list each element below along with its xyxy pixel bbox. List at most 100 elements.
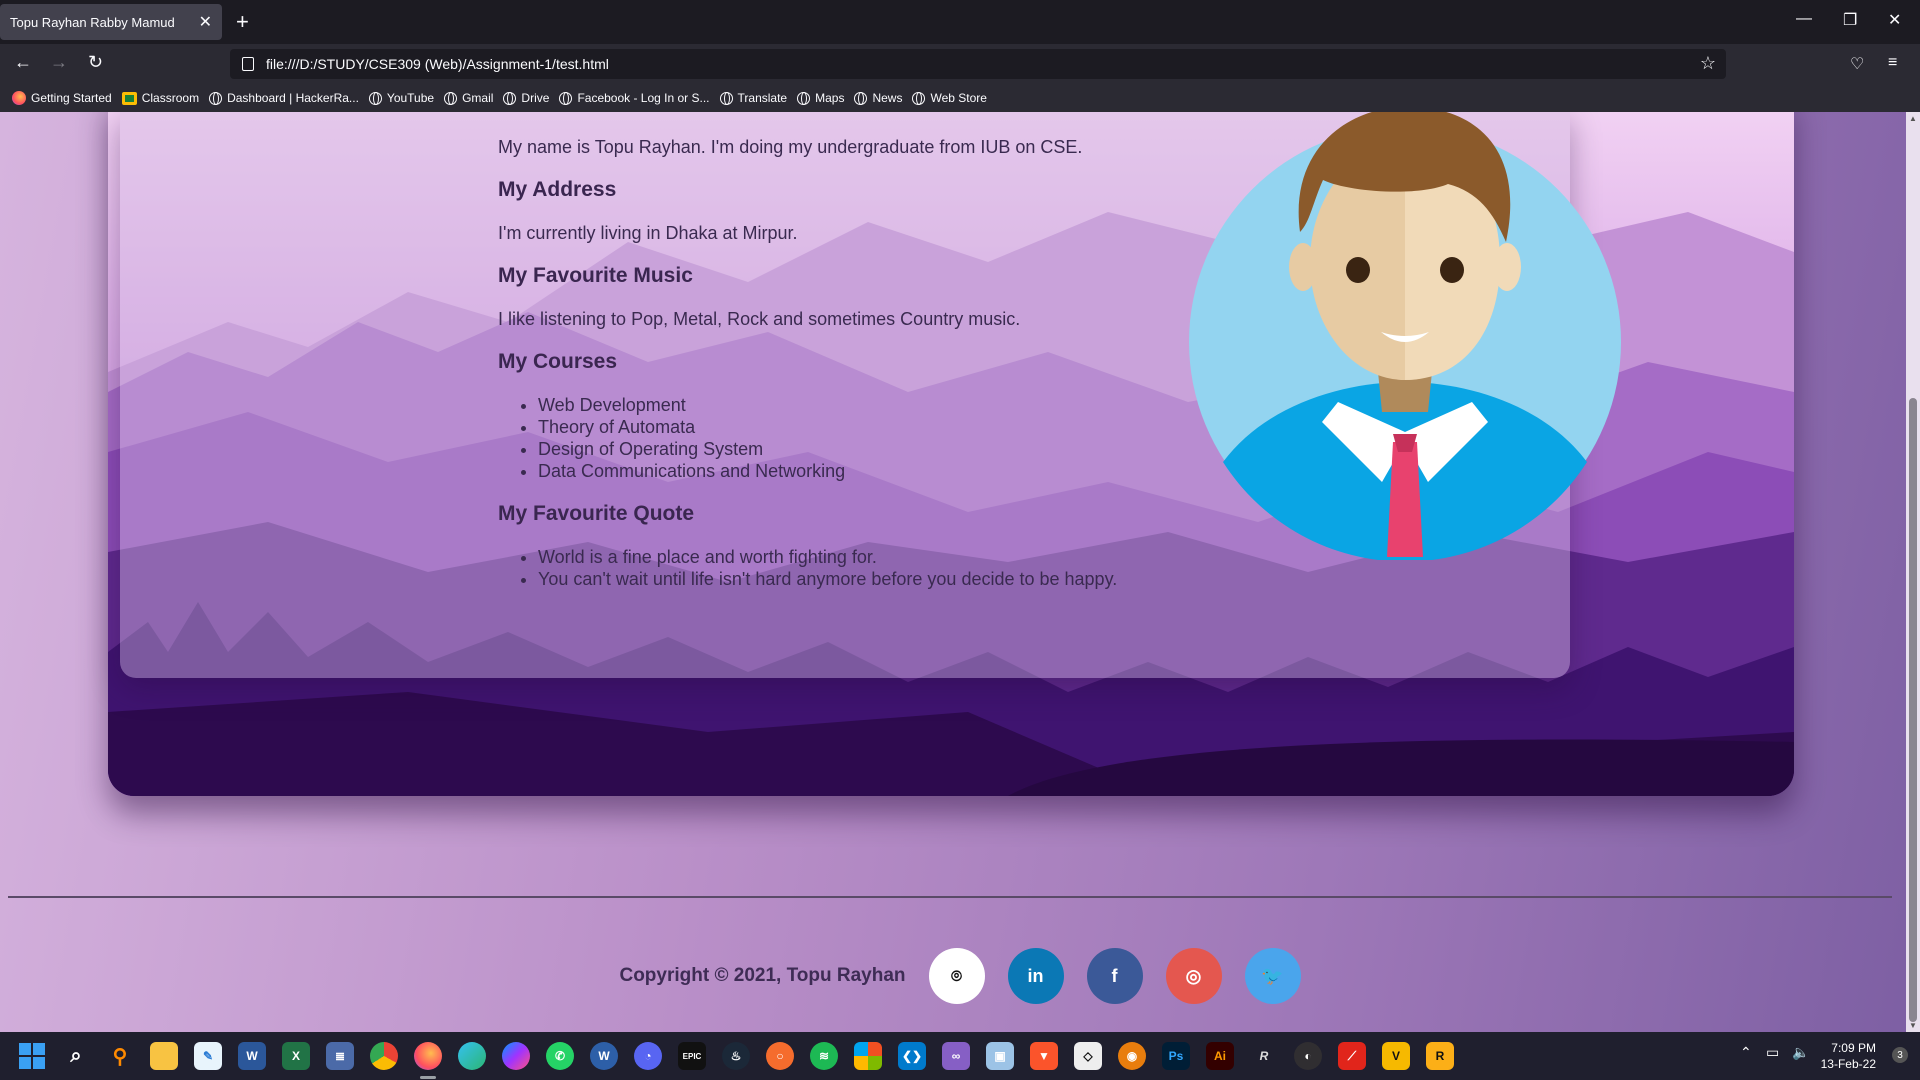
facebook-button[interactable]: f: [1086, 948, 1143, 1004]
visual-studio-icon[interactable]: ∞: [942, 1042, 970, 1070]
bookmark-gmail[interactable]: Gmail: [444, 91, 493, 105]
clock-time: 7:09 PM: [1831, 1041, 1876, 1055]
notification-badge[interactable]: 3: [1892, 1047, 1908, 1063]
file-explorer-icon[interactable]: [150, 1042, 178, 1070]
menu-icon[interactable]: ≡: [1888, 54, 1897, 72]
word-icon[interactable]: W: [238, 1042, 266, 1070]
footer: Copyright © 2021, Topu Rayhan ⌾ in f ◎ 🐦: [0, 936, 1920, 1016]
rockstar-launcher-icon[interactable]: R: [1426, 1042, 1454, 1070]
everything-search-icon[interactable]: ⚲: [106, 1042, 134, 1070]
close-tab-icon[interactable]: ✕: [199, 12, 212, 32]
bookmark-label: News: [872, 91, 903, 105]
chrome-icon[interactable]: [370, 1042, 398, 1070]
forward-icon[interactable]: →: [50, 52, 68, 73]
linkedin-icon: in: [1027, 965, 1044, 986]
spotify-icon[interactable]: ≋: [810, 1042, 838, 1070]
about-section: My name is Topu Rayhan. I'm doing my und…: [498, 136, 1198, 590]
scrollbar-thumb[interactable]: [1909, 398, 1917, 1022]
windows-taskbar: ⌕ ⚲ ✎ W X ≣ ✆ W ◔ EPIC ♨ ○ ≋ ❮❯ ∞ ▣ ▼ ◇ …: [0, 1032, 1920, 1080]
photoshop-icon[interactable]: Ps: [1162, 1042, 1190, 1070]
obs-icon[interactable]: ◐: [1294, 1042, 1322, 1070]
tray-overflow-icon[interactable]: ⌃: [1740, 1044, 1752, 1061]
globe-icon: [854, 91, 868, 105]
url-text: file:///D:/STUDY/CSE309 (Web)/Assignment…: [266, 56, 609, 72]
new-tab-icon[interactable]: +: [236, 10, 249, 34]
notepad-icon[interactable]: ✎: [194, 1042, 222, 1070]
scroll-up-icon[interactable]: ▲: [1909, 114, 1917, 123]
bookmark-star-icon[interactable]: ☆: [1700, 53, 1716, 74]
copyright-text: Copyright © 2021, Topu Rayhan: [619, 965, 906, 986]
rockstar-editor-icon[interactable]: R: [1250, 1042, 1278, 1070]
bookmark-label: Classroom: [141, 91, 200, 105]
office-icon[interactable]: [854, 1042, 882, 1070]
intro-text: My name is Topu Rayhan. I'm doing my und…: [498, 137, 1083, 157]
instagram-button[interactable]: ◎: [1165, 948, 1222, 1004]
scroll-down-icon[interactable]: ▼: [1909, 1021, 1917, 1030]
list-item: Design of Operating System: [538, 438, 1198, 460]
bookmarks-toolbar: Getting Started Classroom Dashboard | Ha…: [0, 84, 1920, 112]
pocket-icon[interactable]: ♡: [1850, 54, 1864, 74]
bookmark-getting-started[interactable]: Getting Started: [12, 91, 112, 105]
github-icon: ⌾: [951, 965, 962, 986]
w-app-icon[interactable]: W: [590, 1042, 618, 1070]
back-icon[interactable]: ←: [14, 52, 32, 73]
blender-icon[interactable]: ◉: [1118, 1042, 1146, 1070]
reload-icon[interactable]: ↻: [88, 52, 103, 73]
list-item: World is a fine place and worth fighting…: [538, 546, 1198, 568]
globe-icon: [559, 91, 573, 105]
start-icon[interactable]: [18, 1042, 46, 1070]
volume-icon[interactable]: 🔈: [1792, 1044, 1809, 1061]
bookmark-classroom[interactable]: Classroom: [121, 91, 200, 105]
github-button[interactable]: ⌾: [928, 948, 985, 1004]
globe-icon: [209, 91, 223, 105]
clock-date: 13-Feb-22: [1820, 1057, 1876, 1071]
unity-icon[interactable]: ◇: [1074, 1042, 1102, 1070]
v-app-icon[interactable]: V: [1382, 1042, 1410, 1070]
forza-icon[interactable]: ⟋: [1338, 1042, 1366, 1070]
bookmark-label: Facebook - Log In or S...: [577, 91, 710, 105]
minimize-icon[interactable]: —: [1796, 10, 1812, 28]
page-scrollbar[interactable]: ▲ ▼: [1906, 112, 1920, 1032]
bookmark-news[interactable]: News: [854, 91, 902, 105]
whatsapp-icon[interactable]: ✆: [546, 1042, 574, 1070]
brave-icon[interactable]: ▼: [1030, 1042, 1058, 1070]
about-card: My name is Topu Rayhan. I'm doing my und…: [120, 112, 1621, 678]
address-text: I'm currently living in Dhaka at Mirpur.: [498, 223, 798, 243]
origin-icon[interactable]: ○: [766, 1042, 794, 1070]
search-icon[interactable]: ⌕: [62, 1042, 90, 1070]
twitter-button[interactable]: 🐦: [1244, 948, 1301, 1004]
files-icon[interactable]: ≣: [326, 1042, 354, 1070]
url-bar[interactable]: file:///D:/STUDY/CSE309 (Web)/Assignment…: [230, 49, 1726, 79]
active-app-indicator: [420, 1076, 436, 1079]
messenger-icon[interactable]: [502, 1042, 530, 1070]
discord-icon[interactable]: ◔: [634, 1042, 662, 1070]
bookmark-translate[interactable]: Translate: [719, 91, 787, 105]
globe-icon: [797, 91, 811, 105]
music-text: I like listening to Pop, Metal, Rock and…: [498, 309, 1021, 329]
virtualbox-icon[interactable]: ▣: [986, 1042, 1014, 1070]
bookmark-label: Maps: [815, 91, 845, 105]
bookmark-web-store[interactable]: Web Store: [912, 91, 987, 105]
active-tab[interactable]: Topu Rayhan Rabby Mamud ✕: [0, 4, 222, 40]
restore-icon[interactable]: ❐: [1843, 10, 1857, 30]
music-heading: My Favourite Music: [498, 264, 693, 287]
quote-heading: My Favourite Quote: [498, 502, 695, 525]
illustrator-icon[interactable]: Ai: [1206, 1042, 1234, 1070]
footer-divider: [8, 896, 1892, 898]
network-icon[interactable]: ▭: [1766, 1044, 1779, 1061]
clock[interactable]: 7:09 PM 13-Feb-22: [1821, 1040, 1876, 1072]
vscode-icon[interactable]: ❮❯: [898, 1042, 926, 1070]
bookmark-youtube[interactable]: YouTube: [368, 91, 434, 105]
bookmark-hackerrank[interactable]: Dashboard | HackerRa...: [209, 91, 359, 105]
bookmark-facebook[interactable]: Facebook - Log In or S...: [559, 91, 710, 105]
firefox-icon[interactable]: [414, 1042, 442, 1070]
steam-icon[interactable]: ♨: [722, 1042, 750, 1070]
epic-games-icon[interactable]: EPIC: [678, 1042, 706, 1070]
edge-icon[interactable]: [458, 1042, 486, 1070]
close-window-icon[interactable]: ✕: [1888, 10, 1901, 30]
linkedin-button[interactable]: in: [1007, 948, 1064, 1004]
bookmark-label: Dashboard | HackerRa...: [227, 91, 359, 105]
excel-icon[interactable]: X: [282, 1042, 310, 1070]
bookmark-drive[interactable]: Drive: [503, 91, 549, 105]
bookmark-maps[interactable]: Maps: [797, 91, 844, 105]
